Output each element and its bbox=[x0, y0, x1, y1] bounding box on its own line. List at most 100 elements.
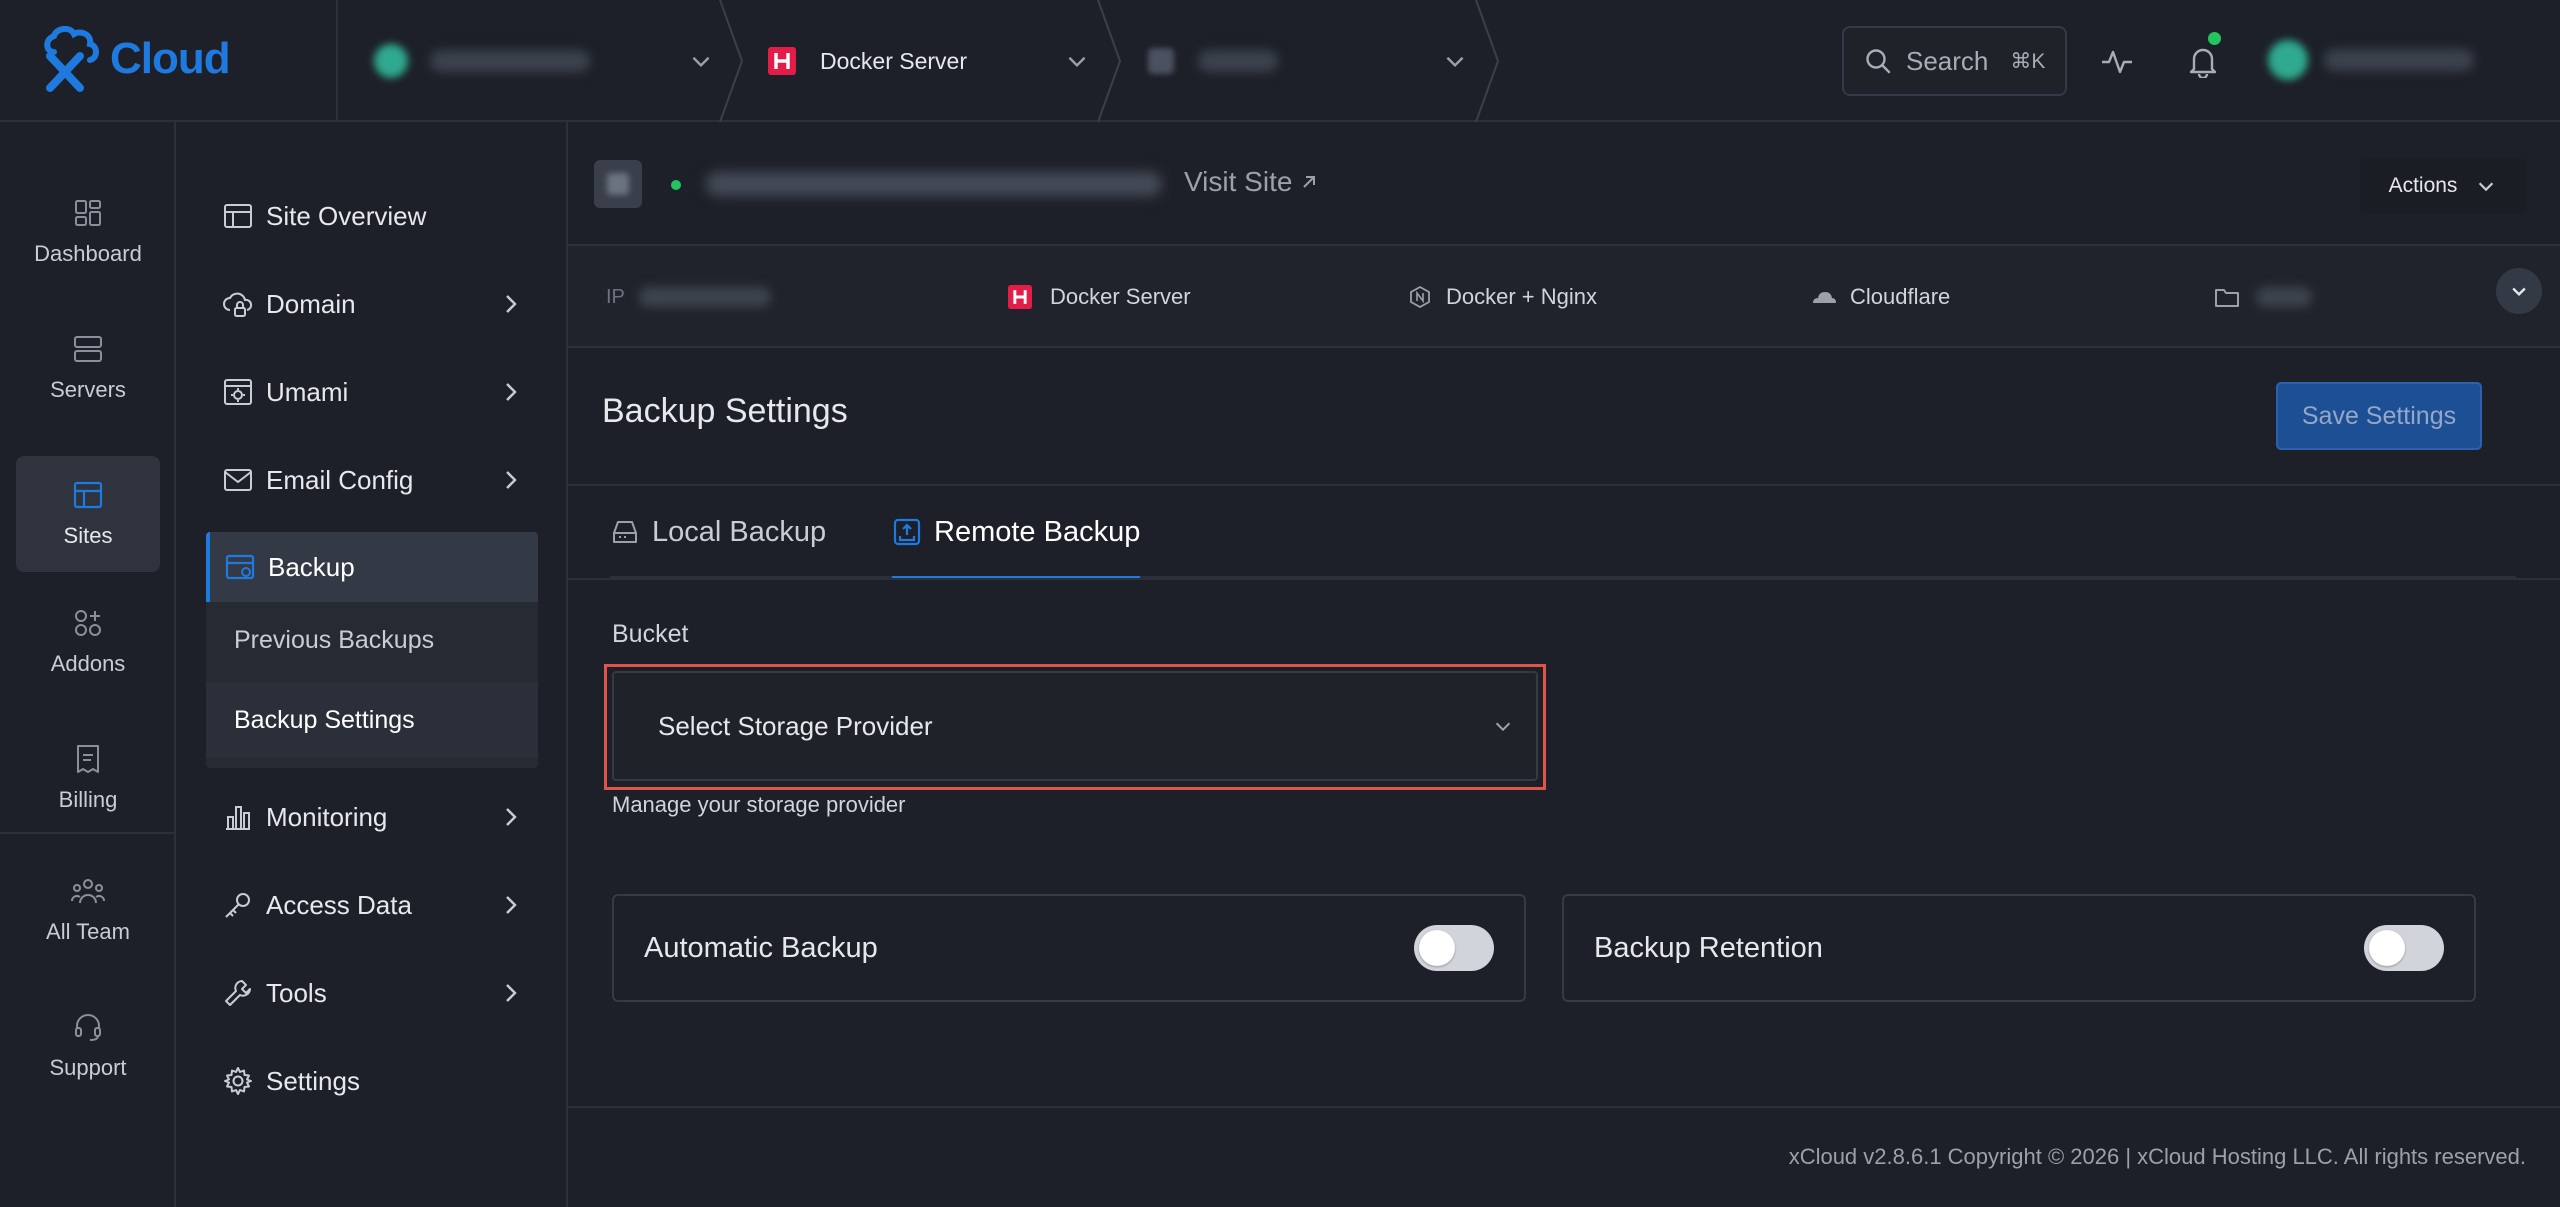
cloud-upload-icon bbox=[893, 518, 921, 546]
chevron-down-icon[interactable] bbox=[1442, 48, 1468, 74]
notification-dot bbox=[2208, 32, 2221, 45]
rail-label: Sites bbox=[63, 523, 113, 548]
sites-icon bbox=[73, 481, 103, 509]
bucket-label: Bucket bbox=[612, 620, 689, 648]
visit-site-link[interactable]: Visit Site bbox=[1184, 166, 1318, 198]
bar-chart-icon bbox=[226, 806, 250, 830]
rail-item-all-team[interactable]: All Team bbox=[16, 852, 160, 968]
rail-item-servers[interactable]: Servers bbox=[16, 310, 160, 426]
headset-icon bbox=[75, 1014, 101, 1041]
layout-icon bbox=[224, 204, 252, 228]
subnav-item-access-data[interactable]: Access Data bbox=[206, 870, 538, 940]
chevron-right-icon bbox=[506, 295, 517, 313]
site-status-dot bbox=[671, 180, 681, 190]
rail-item-sites[interactable]: Sites bbox=[16, 456, 160, 572]
rail-label: Servers bbox=[50, 377, 126, 402]
chevron-right-icon bbox=[506, 896, 517, 914]
subnav-label: Monitoring bbox=[266, 801, 388, 832]
xcloud-logo[interactable]: Cloud bbox=[40, 24, 280, 94]
subnav-item-site-overview[interactable]: Site Overview bbox=[206, 181, 538, 251]
automatic-backup-label: Automatic Backup bbox=[644, 931, 878, 964]
info-folder bbox=[2214, 246, 2312, 348]
site-sub-nav: Site Overview Domain Umami Email Config … bbox=[176, 122, 568, 1207]
info-stack: Docker + Nginx bbox=[1408, 246, 1597, 348]
subnav-label: Previous Backups bbox=[234, 625, 435, 654]
visit-site-label: Visit Site bbox=[1184, 166, 1293, 197]
tab-local-backup[interactable]: Local Backup bbox=[610, 486, 826, 578]
rail-label: Billing bbox=[58, 787, 118, 812]
breadcrumb-server-group[interactable] bbox=[374, 0, 714, 122]
search-button[interactable]: Search ⌘K bbox=[1842, 26, 2067, 96]
backup-retention-card: Backup Retention bbox=[1562, 894, 2476, 1002]
avatar bbox=[2268, 40, 2308, 80]
subnav-item-domain[interactable]: Domain bbox=[206, 269, 538, 339]
tabs-divider bbox=[568, 578, 2560, 580]
automatic-backup-card: Automatic Backup bbox=[612, 894, 1526, 1002]
backup-tabs: Local Backup Remote Backup bbox=[610, 486, 2516, 580]
actions-button[interactable]: Actions bbox=[2360, 158, 2526, 214]
activity-icon[interactable] bbox=[2100, 44, 2134, 78]
backup-retention-toggle[interactable] bbox=[2364, 925, 2444, 971]
chevron-right-icon bbox=[506, 383, 517, 401]
folder-icon bbox=[2215, 289, 2239, 307]
actions-label: Actions bbox=[2388, 174, 2458, 197]
rail-item-addons[interactable]: Addons bbox=[16, 584, 160, 700]
chevron-down-icon[interactable] bbox=[1064, 48, 1090, 74]
subnav-item-umami[interactable]: Umami bbox=[206, 357, 538, 427]
rail-item-support[interactable]: Support bbox=[16, 988, 160, 1104]
cloudflare-icon bbox=[1813, 292, 1836, 303]
user-menu[interactable] bbox=[2268, 40, 2474, 80]
tab-remote-backup[interactable]: Remote Backup bbox=[892, 486, 1141, 580]
subnav-label: Backup Settings bbox=[234, 705, 415, 734]
nginx-hexagon-icon bbox=[1410, 285, 1430, 309]
expand-info-button[interactable] bbox=[2496, 268, 2542, 314]
footer-divider bbox=[568, 1106, 2560, 1108]
search-shortcut: ⌘K bbox=[2010, 49, 2046, 73]
subnav-item-monitoring[interactable]: Monitoring bbox=[206, 782, 538, 852]
folder-path-blurred bbox=[2256, 287, 2312, 307]
breadcrumb-separator bbox=[1475, 0, 1500, 122]
logo-text: Cloud bbox=[110, 34, 231, 83]
subnav-item-email-config[interactable]: Email Config bbox=[206, 445, 538, 515]
subnav-item-backup[interactable]: Backup bbox=[206, 532, 538, 602]
subnav-label: Tools bbox=[266, 977, 327, 1008]
tab-label: Remote Backup bbox=[934, 515, 1141, 548]
rail-label: Support bbox=[49, 1055, 127, 1080]
subnav-item-backup-settings[interactable]: Backup Settings bbox=[206, 682, 538, 758]
xcloud-logo-icon bbox=[44, 26, 99, 92]
site-thumbnail bbox=[594, 160, 642, 208]
breadcrumb-site[interactable] bbox=[1148, 0, 1468, 122]
site-info-row: IP Docker Server Docker + Nginx Cloudfla… bbox=[568, 246, 2560, 348]
rail-item-dashboard[interactable]: Dashboard bbox=[16, 174, 160, 290]
subnav-item-tools[interactable]: Tools bbox=[206, 958, 538, 1028]
subnav-item-previous-backups[interactable]: Previous Backups bbox=[206, 602, 538, 678]
cloud-lock-icon bbox=[223, 292, 253, 317]
search-label: Search bbox=[1906, 45, 1989, 76]
info-ip: IP bbox=[606, 246, 771, 348]
rail-item-billing[interactable]: Billing bbox=[16, 720, 160, 836]
chevron-down-icon bbox=[2479, 182, 2494, 192]
chevron-down-icon[interactable] bbox=[688, 48, 714, 74]
key-icon bbox=[225, 893, 250, 918]
storage-provider-helper: Manage your storage provider bbox=[612, 792, 906, 817]
top-bar: Cloud Docker Server Search ⌘K bbox=[0, 0, 2560, 122]
chevron-right-icon bbox=[506, 471, 517, 489]
bell-icon[interactable] bbox=[2186, 44, 2220, 78]
chevron-down-icon bbox=[2512, 287, 2526, 296]
page-title: Backup Settings bbox=[602, 392, 848, 430]
save-settings-button[interactable]: Save Settings bbox=[2276, 382, 2482, 450]
automatic-backup-toggle[interactable] bbox=[1414, 925, 1494, 971]
docker-server-h-icon bbox=[768, 47, 796, 75]
main-nav-rail: Dashboard Servers Sites Addons Billing A… bbox=[0, 122, 176, 1207]
subnav-label: Domain bbox=[266, 288, 356, 319]
storage-provider-select[interactable]: Select Storage Provider bbox=[612, 671, 1538, 781]
user-name-blurred bbox=[2324, 49, 2474, 71]
breadcrumb-docker-server[interactable]: Docker Server bbox=[768, 0, 1090, 122]
subnav-label: Backup bbox=[268, 551, 355, 582]
subnav-item-settings[interactable]: Settings bbox=[206, 1046, 538, 1116]
info-server[interactable]: Docker Server bbox=[1008, 246, 1191, 348]
info-dns-label: Cloudflare bbox=[1850, 284, 1951, 309]
subnav-label: Settings bbox=[266, 1065, 360, 1096]
footer-copyright: xCloud v2.8.6.1 Copyright © 2026 | xClou… bbox=[1788, 1144, 2526, 1169]
logo-divider bbox=[336, 0, 338, 122]
